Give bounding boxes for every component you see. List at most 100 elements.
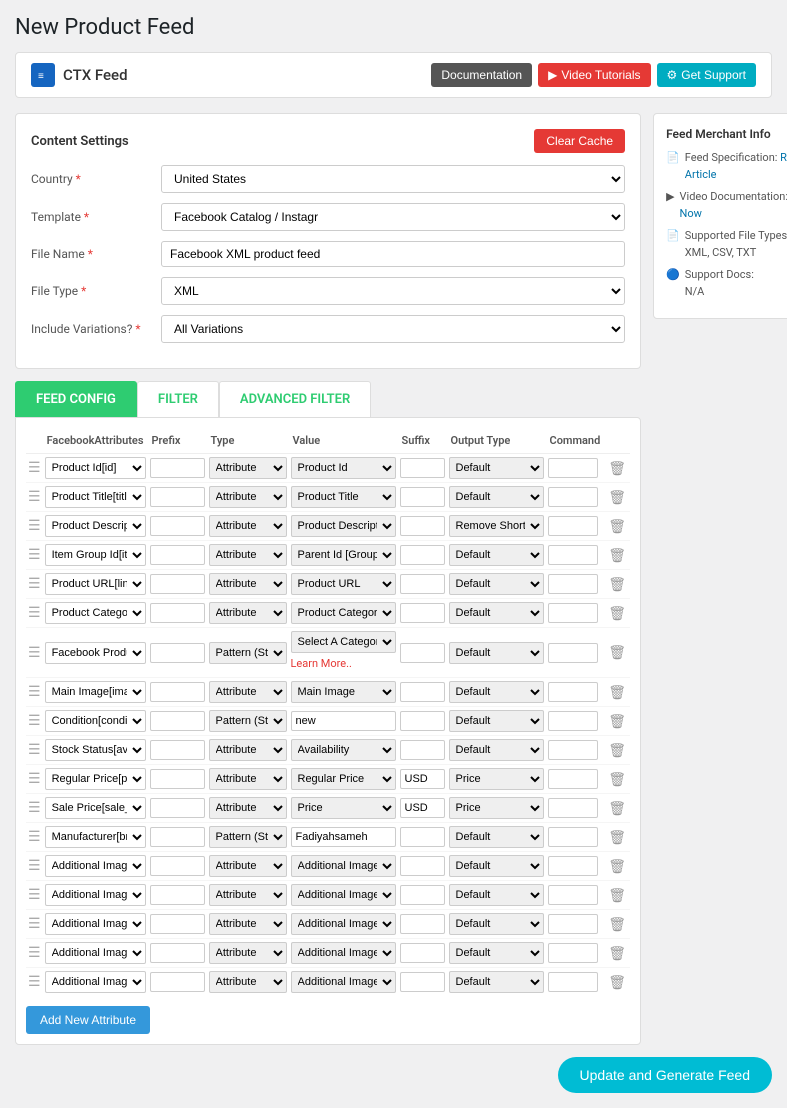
drag-handle[interactable]: ☰ — [28, 713, 41, 729]
attribute-select[interactable]: Main Image[image_link — [45, 681, 146, 703]
suffix-input[interactable] — [400, 769, 445, 789]
suffix-input[interactable] — [400, 914, 445, 934]
value-select[interactable]: Product Id — [291, 457, 396, 479]
command-input[interactable] — [548, 740, 598, 760]
type-select[interactable]: Attribute — [209, 573, 287, 595]
type-select[interactable]: Pattern (Sts — [209, 642, 287, 664]
output-type-select[interactable]: Remove ShortCodes — [449, 515, 544, 537]
drag-handle[interactable]: ☰ — [28, 645, 41, 661]
suffix-input[interactable] — [400, 711, 445, 731]
output-type-select[interactable]: Default — [449, 681, 544, 703]
attribute-select[interactable]: Additional Image 3 [ad — [45, 913, 146, 935]
drag-handle[interactable]: ☰ — [28, 858, 41, 874]
command-input[interactable] — [548, 856, 598, 876]
output-type-select[interactable]: Default — [449, 642, 544, 664]
type-select[interactable]: Attribute — [209, 884, 287, 906]
suffix-input[interactable] — [400, 574, 445, 594]
drag-handle[interactable]: ☰ — [28, 489, 41, 505]
prefix-input[interactable] — [150, 769, 205, 789]
template-select[interactable]: Facebook Catalog / Instagr — [161, 203, 625, 231]
output-type-select[interactable]: Default — [449, 855, 544, 877]
attribute-select[interactable]: Product Categories[pro — [45, 602, 146, 624]
delete-row-button[interactable]: 🗑 — [606, 885, 628, 906]
attribute-select[interactable]: Regular Price[price] — [45, 768, 146, 790]
type-select[interactable]: Pattern (Sts — [209, 826, 287, 848]
suffix-input[interactable] — [400, 458, 445, 478]
suffix-input[interactable] — [400, 545, 445, 565]
prefix-input[interactable] — [150, 885, 205, 905]
value-input[interactable] — [291, 711, 396, 731]
output-type-select[interactable]: Default — [449, 486, 544, 508]
value-select[interactable]: Product Title — [291, 486, 396, 508]
type-select[interactable]: Attribute — [209, 457, 287, 479]
delete-row-button[interactable]: 🗑 — [606, 487, 628, 508]
output-type-select[interactable]: Default — [449, 971, 544, 993]
value-select[interactable]: Availability — [291, 739, 396, 761]
drag-handle[interactable]: ☰ — [28, 460, 41, 476]
delete-row-button[interactable]: 🗑 — [606, 642, 628, 663]
output-type-select[interactable]: Default — [449, 457, 544, 479]
prefix-input[interactable] — [150, 856, 205, 876]
output-type-select[interactable]: Default — [449, 739, 544, 761]
type-select[interactable]: Attribute — [209, 971, 287, 993]
drag-handle[interactable]: ☰ — [28, 605, 41, 621]
value-select[interactable]: Select A Category — [291, 631, 396, 653]
value-select[interactable]: Additional Image 4 — [291, 942, 396, 964]
command-input[interactable] — [548, 885, 598, 905]
command-input[interactable] — [548, 972, 598, 992]
attribute-select[interactable]: Additional Image 4 [ad — [45, 942, 146, 964]
value-select[interactable]: Additional Image 5 — [291, 971, 396, 993]
value-select[interactable]: Regular Price — [291, 768, 396, 790]
output-type-select[interactable]: Default — [449, 544, 544, 566]
country-select[interactable]: United States — [161, 165, 625, 193]
attribute-select[interactable]: Stock Status[availabilit — [45, 739, 146, 761]
video-tutorials-button[interactable]: ▶ Video Tutorials — [538, 63, 650, 87]
prefix-input[interactable] — [150, 516, 205, 536]
suffix-input[interactable] — [400, 798, 445, 818]
value-select[interactable]: Price — [291, 797, 396, 819]
prefix-input[interactable] — [150, 914, 205, 934]
output-type-select[interactable]: Default — [449, 826, 544, 848]
type-select[interactable]: Attribute — [209, 942, 287, 964]
delete-row-button[interactable]: 🗑 — [606, 943, 628, 964]
output-type-select[interactable]: Default — [449, 602, 544, 624]
prefix-input[interactable] — [150, 972, 205, 992]
delete-row-button[interactable]: 🗑 — [606, 516, 628, 537]
drag-handle[interactable]: ☰ — [28, 974, 41, 990]
suffix-input[interactable] — [400, 643, 445, 663]
prefix-input[interactable] — [150, 682, 205, 702]
variations-select[interactable]: All Variations — [161, 315, 625, 343]
drag-handle[interactable]: ☰ — [28, 684, 41, 700]
attribute-select[interactable]: Additional Image 1 [ad — [45, 855, 146, 877]
update-generate-button[interactable]: Update and Generate Feed — [558, 1057, 772, 1093]
drag-handle[interactable]: ☰ — [28, 518, 41, 534]
suffix-input[interactable] — [400, 487, 445, 507]
value-select[interactable]: Additional Image 2 — [291, 884, 396, 906]
prefix-input[interactable] — [150, 458, 205, 478]
prefix-input[interactable] — [150, 574, 205, 594]
output-type-select[interactable]: Price — [449, 768, 544, 790]
value-input[interactable] — [291, 827, 396, 847]
delete-row-button[interactable]: 🗑 — [606, 682, 628, 703]
drag-handle[interactable]: ☰ — [28, 916, 41, 932]
output-type-select[interactable]: Default — [449, 942, 544, 964]
command-input[interactable] — [548, 603, 598, 623]
filetype-select[interactable]: XML — [161, 277, 625, 305]
command-input[interactable] — [548, 798, 598, 818]
type-select[interactable]: Attribute — [209, 739, 287, 761]
output-type-select[interactable]: Default — [449, 884, 544, 906]
attribute-select[interactable]: Manufacturer[brand] — [45, 826, 146, 848]
get-support-button[interactable]: ⚙ Get Support — [657, 63, 756, 87]
prefix-input[interactable] — [150, 740, 205, 760]
attribute-select[interactable]: Product URL[link] — [45, 573, 146, 595]
delete-row-button[interactable]: 🗑 — [606, 827, 628, 848]
value-select[interactable]: Parent Id [Group Id] — [291, 544, 396, 566]
tab-advanced-filter[interactable]: ADVANCED FILTER — [219, 381, 371, 417]
attribute-select[interactable]: Product Description[de — [45, 515, 146, 537]
tab-feed-config[interactable]: FEED CONFIG — [15, 381, 137, 417]
value-select[interactable]: Product Description — [291, 515, 396, 537]
suffix-input[interactable] — [400, 943, 445, 963]
delete-row-button[interactable]: 🗑 — [606, 545, 628, 566]
drag-handle[interactable]: ☰ — [28, 771, 41, 787]
output-type-select[interactable]: Default — [449, 573, 544, 595]
